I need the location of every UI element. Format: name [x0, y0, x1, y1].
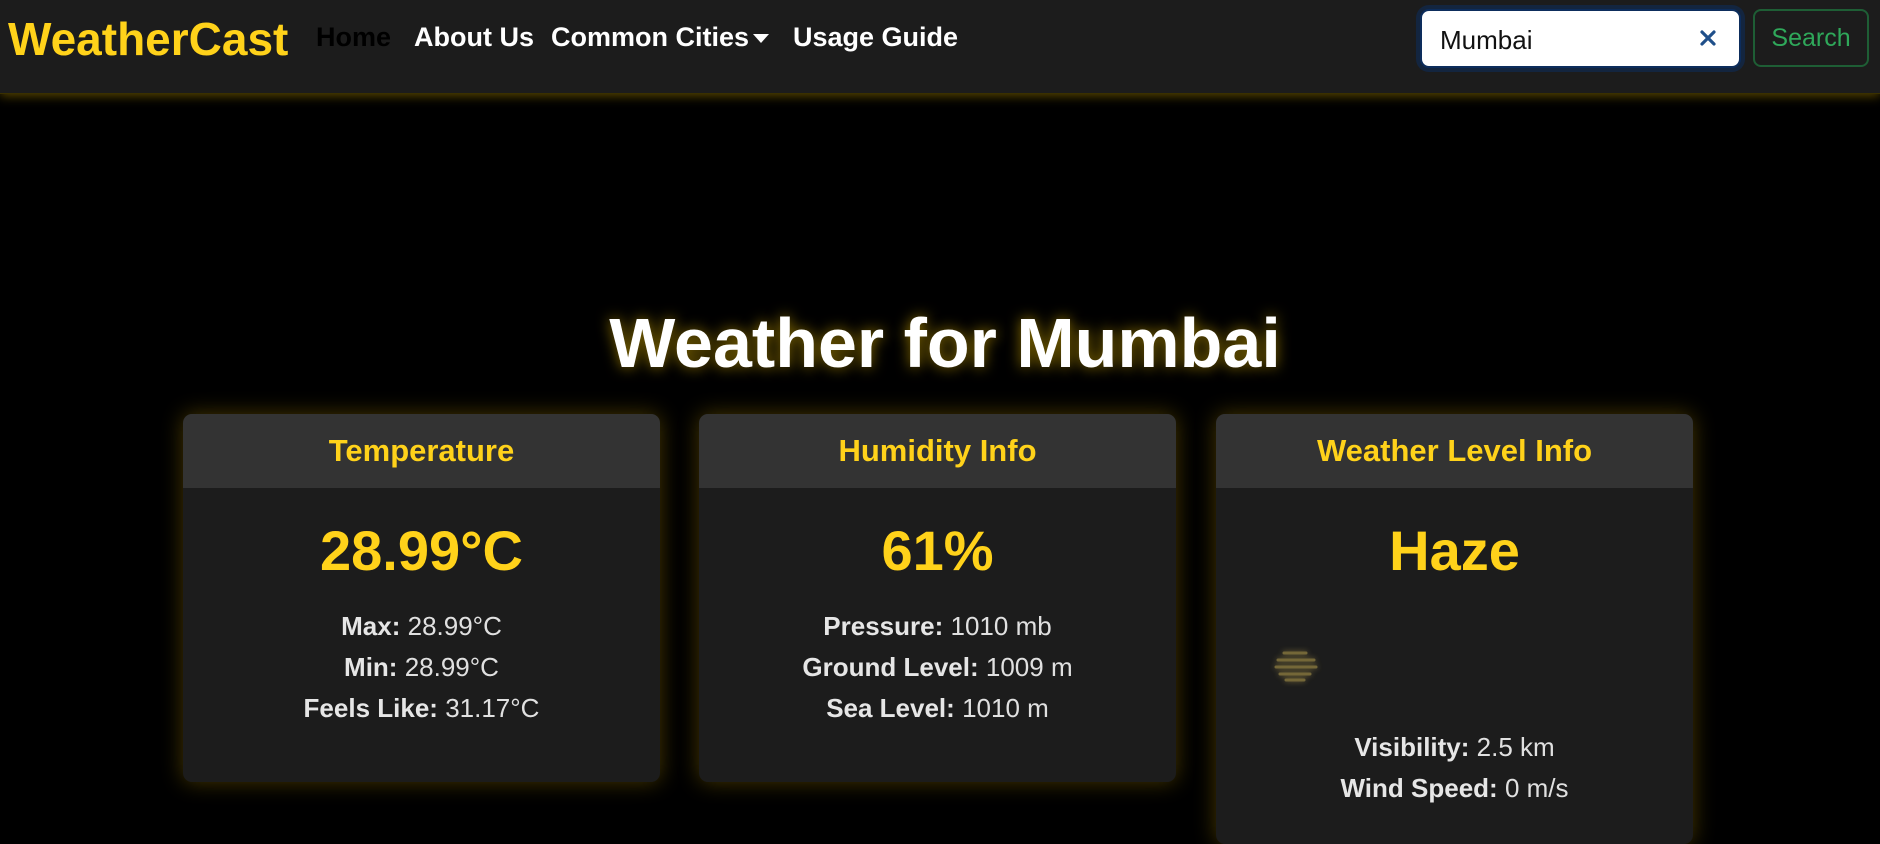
- nav-link-about-us[interactable]: About Us: [414, 22, 534, 53]
- max-temp-value: 28.99°C: [407, 611, 502, 641]
- page-title: Weather for Mumbai: [609, 304, 1281, 382]
- humidity-card: Humidity Info 61% Pressure: 1010 mb Grou…: [699, 414, 1176, 782]
- min-temp-label: Min:: [344, 652, 398, 682]
- sea-level-label: Sea Level:: [826, 693, 955, 723]
- pressure-value: 1010 mb: [950, 611, 1052, 641]
- weather-details: Visibility: 2.5 km Wind Speed: 0 m/s: [1216, 727, 1693, 809]
- visibility-value: 2.5 km: [1476, 732, 1555, 762]
- navbar: WeatherCast Home About Us Common Cities …: [0, 0, 1880, 94]
- search-input[interactable]: [1440, 23, 1690, 57]
- close-icon[interactable]: [1695, 25, 1721, 51]
- max-temp-label: Max:: [341, 611, 401, 641]
- wind-speed-label: Wind Speed:: [1340, 773, 1498, 803]
- temperature-card: Temperature 28.99°C Max: 28.99°C Min: 28…: [183, 414, 660, 782]
- brand-logo[interactable]: WeatherCast: [8, 12, 288, 66]
- card-header: Temperature: [183, 414, 660, 488]
- nav-link-usage-guide[interactable]: Usage Guide: [793, 22, 958, 53]
- nav-link-home[interactable]: Home: [316, 22, 391, 53]
- humidity-value: 61%: [881, 519, 994, 582]
- nav-dropdown-common-cities[interactable]: Common Cities: [551, 22, 749, 53]
- ground-level-line: Ground Level: 1009 m: [699, 647, 1176, 688]
- card-header: Humidity Info: [699, 414, 1176, 488]
- ground-level-value: 1009 m: [985, 652, 1073, 682]
- temperature-details: Max: 28.99°C Min: 28.99°C Feels Like: 31…: [183, 606, 660, 729]
- search-box[interactable]: [1420, 9, 1741, 68]
- ground-level-label: Ground Level:: [802, 652, 979, 682]
- sea-level-line: Sea Level: 1010 m: [699, 688, 1176, 729]
- visibility-label: Visibility:: [1354, 732, 1470, 762]
- feels-like-value: 31.17°C: [445, 693, 540, 723]
- wind-speed-line: Wind Speed: 0 m/s: [1216, 768, 1693, 809]
- temperature-value: 28.99°C: [320, 519, 523, 582]
- max-temp-line: Max: 28.99°C: [183, 606, 660, 647]
- search-button[interactable]: Search: [1753, 9, 1869, 67]
- humidity-details: Pressure: 1010 mb Ground Level: 1009 m S…: [699, 606, 1176, 729]
- pressure-label: Pressure:: [823, 611, 944, 641]
- card-header: Weather Level Info: [1216, 414, 1693, 488]
- weather-condition-value: Haze: [1389, 519, 1520, 582]
- visibility-line: Visibility: 2.5 km: [1216, 727, 1693, 768]
- sea-level-value: 1010 m: [962, 693, 1049, 723]
- wind-speed-value: 0 m/s: [1504, 773, 1569, 803]
- weather-level-card: Weather Level Info Haze Visibility: 2.5 …: [1216, 414, 1693, 844]
- haze-icon: [1274, 651, 1318, 682]
- min-temp-line: Min: 28.99°C: [183, 647, 660, 688]
- feels-like-label: Feels Like:: [303, 693, 438, 723]
- pressure-line: Pressure: 1010 mb: [699, 606, 1176, 647]
- min-temp-value: 28.99°C: [404, 652, 499, 682]
- chevron-down-icon[interactable]: [753, 34, 769, 43]
- feels-like-line: Feels Like: 31.17°C: [183, 688, 660, 729]
